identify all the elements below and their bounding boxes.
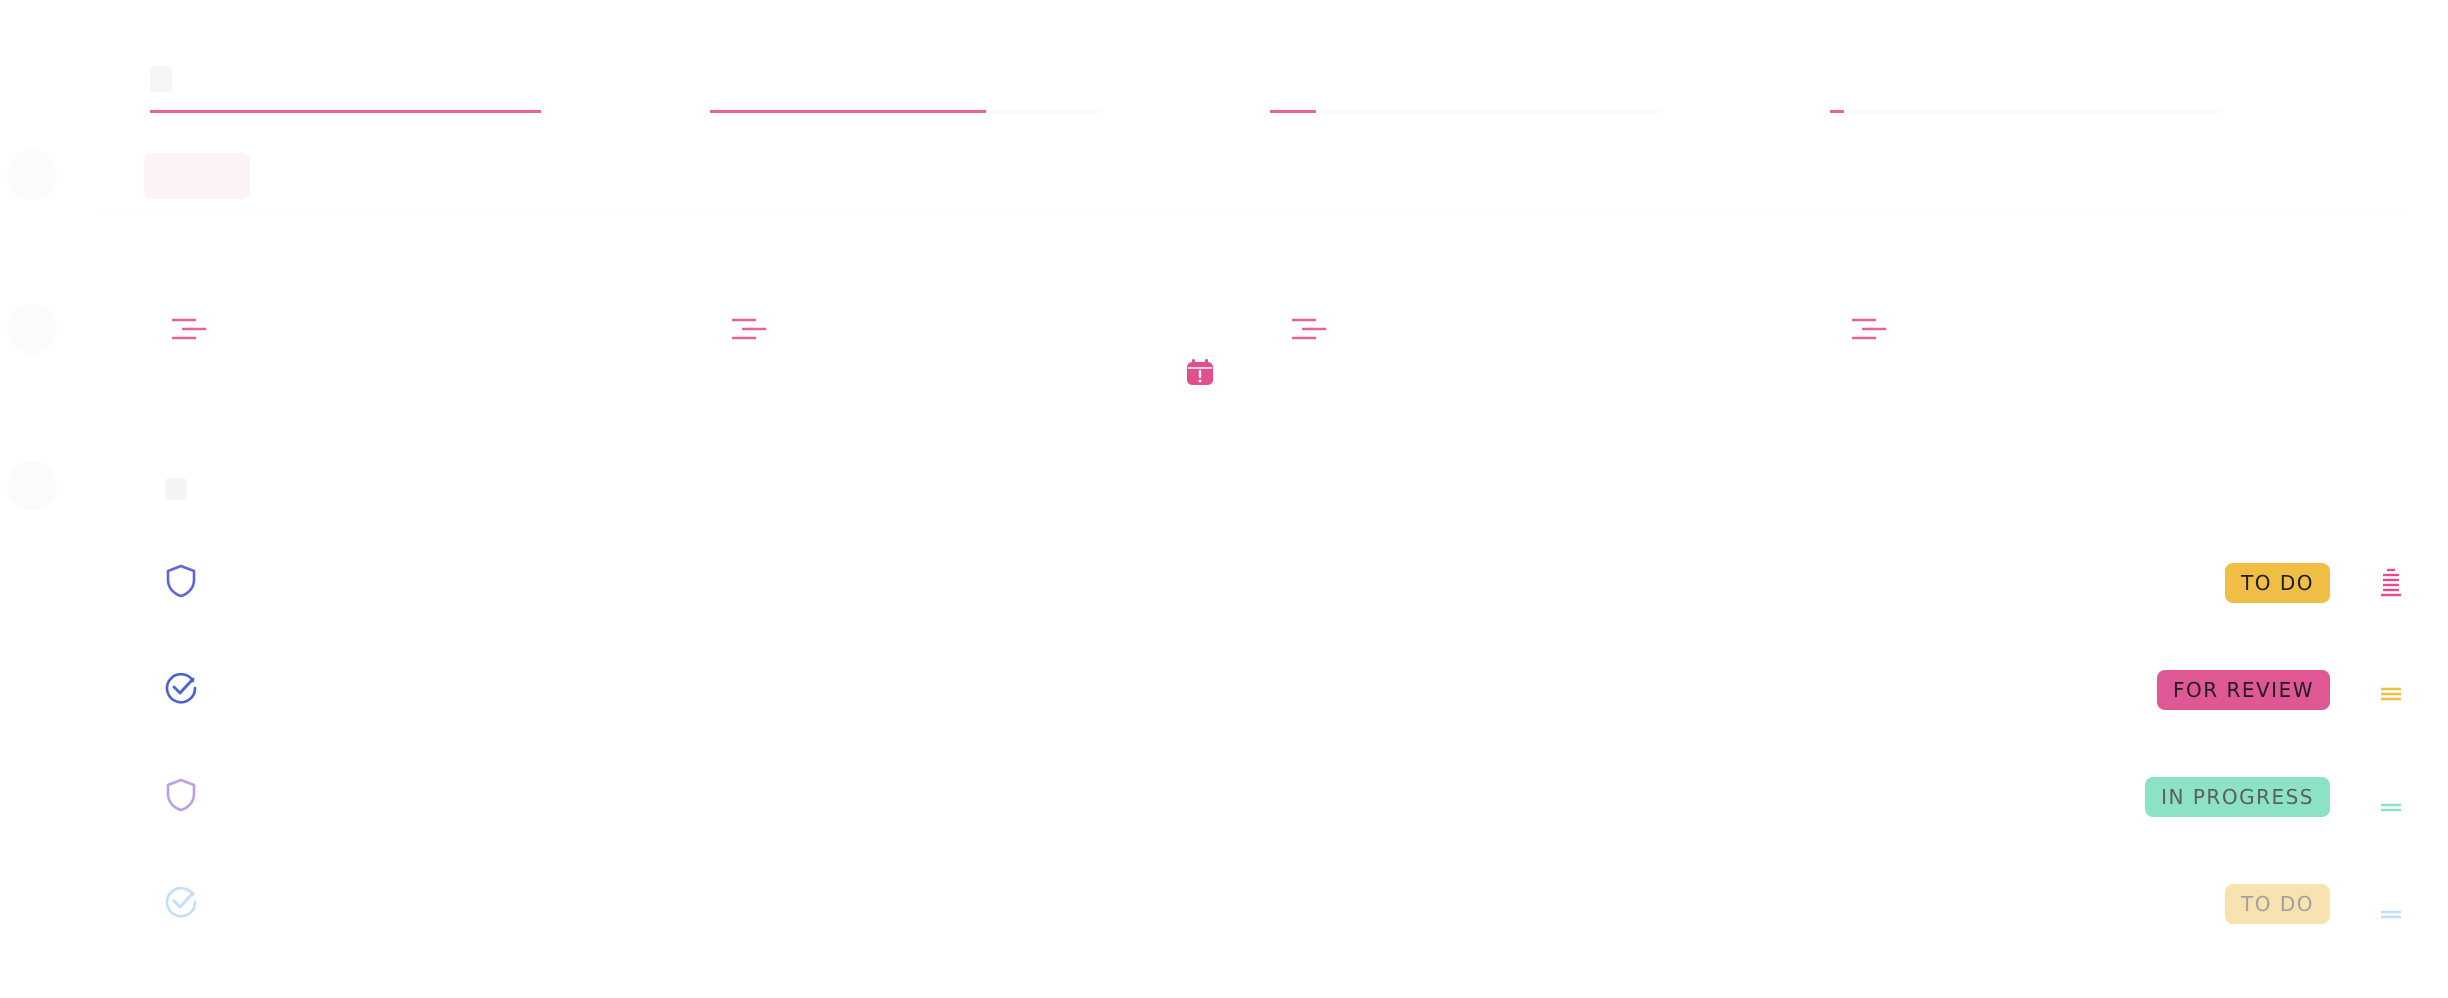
lines-icon xyxy=(1292,318,1326,340)
check-circle-icon xyxy=(165,886,197,918)
status-badge[interactable]: IN PROGRESS xyxy=(2145,777,2330,817)
task-row[interactable]: FOR REVIEW xyxy=(150,660,2401,720)
shield-icon xyxy=(166,778,196,812)
calendar-alert-icon xyxy=(1187,359,1213,385)
rail-avatar[interactable] xyxy=(7,150,57,200)
status-badge[interactable]: TO DO xyxy=(2225,884,2330,924)
progress-track xyxy=(1270,110,1660,113)
lines-icon xyxy=(732,318,766,340)
check-circle-icon xyxy=(165,672,197,704)
shield-icon xyxy=(166,564,196,598)
lines-icon xyxy=(1852,318,1886,340)
progress-track xyxy=(1830,110,2220,113)
progress-bar xyxy=(1830,110,1844,113)
divider xyxy=(100,214,2404,215)
task-row[interactable]: IN PROGRESS xyxy=(150,767,2401,827)
lines-icon xyxy=(172,318,206,340)
section-toggle-icon[interactable] xyxy=(165,478,187,500)
urgent-priority-icon[interactable] xyxy=(2378,567,2404,603)
low-priority-icon[interactable] xyxy=(2378,888,2404,924)
rail-avatar[interactable] xyxy=(7,304,57,354)
task-row[interactable]: TO DO xyxy=(150,874,2401,934)
high-priority-icon[interactable] xyxy=(2378,674,2404,710)
status-badge[interactable]: FOR REVIEW xyxy=(2156,670,2330,710)
status-badge[interactable]: TO DO xyxy=(2225,563,2330,603)
normal-priority-icon[interactable] xyxy=(2378,781,2404,817)
project-icon xyxy=(150,66,172,92)
progress-bar xyxy=(150,110,541,113)
progress-bar xyxy=(1270,110,1316,113)
progress-bar xyxy=(710,110,986,113)
task-row[interactable]: TO DO xyxy=(150,553,2401,613)
rail-avatar[interactable] xyxy=(7,461,57,511)
status-chip[interactable] xyxy=(144,153,250,199)
